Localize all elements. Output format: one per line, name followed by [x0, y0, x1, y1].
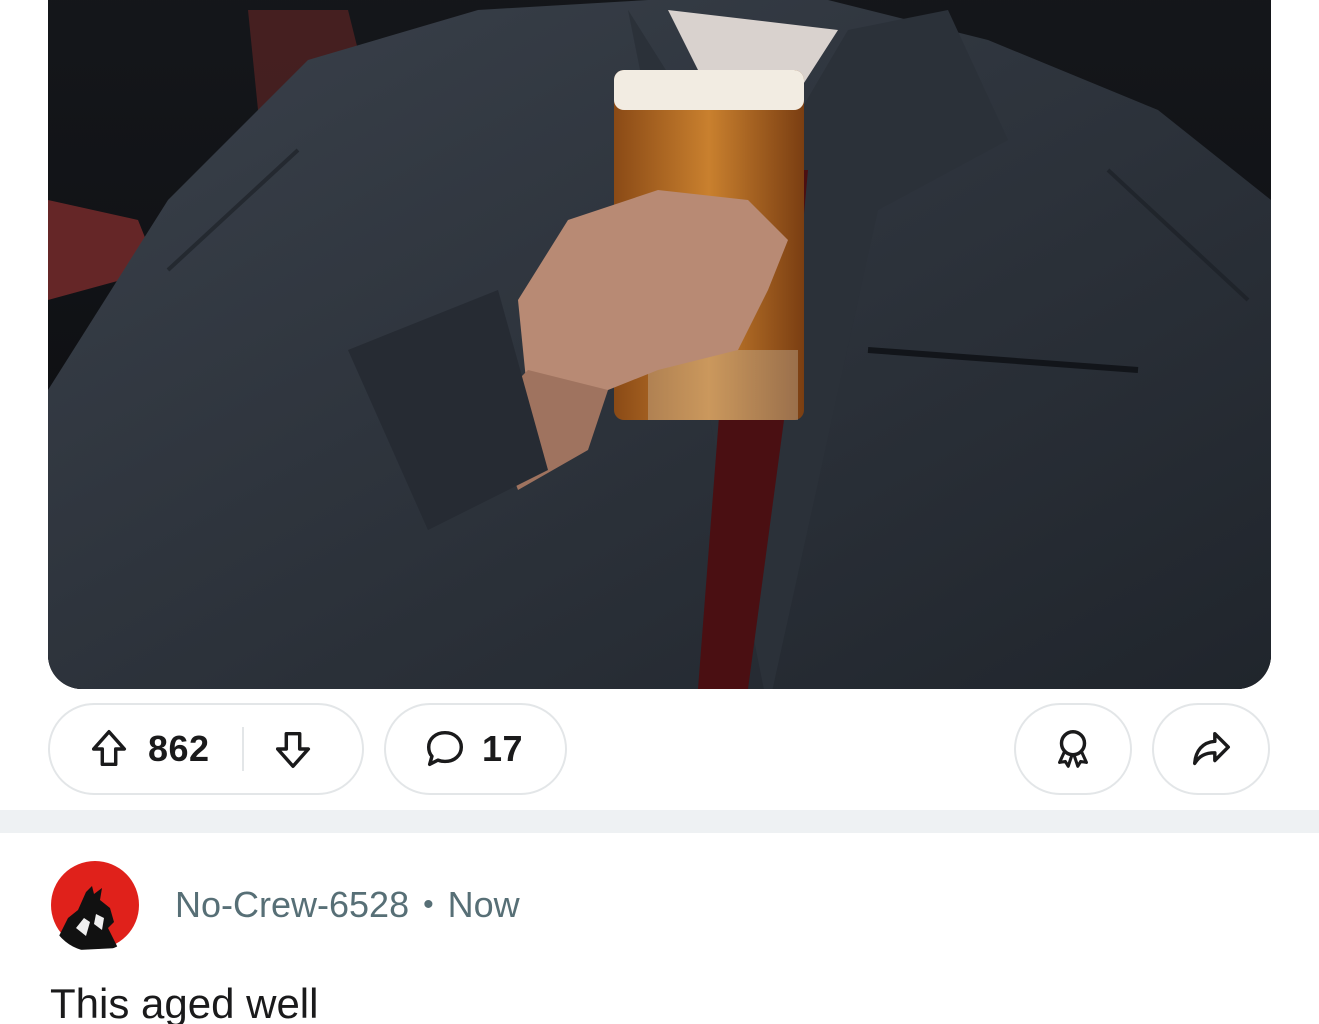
vote-controls: 862 [48, 703, 364, 795]
comment-icon-wrap [422, 726, 468, 772]
upvote-button[interactable] [86, 726, 132, 772]
downvote-button[interactable] [270, 726, 316, 772]
comment-body: This aged well [50, 980, 319, 1024]
award-icon [1058, 730, 1088, 768]
arrow-up-icon [91, 730, 127, 767]
arrow-down-icon [275, 731, 310, 768]
share-icon [1192, 731, 1230, 766]
share-button[interactable] [1152, 703, 1270, 795]
comment-bubble-icon [426, 730, 464, 767]
comment-count: 17 [482, 728, 524, 769]
meta-separator: • [423, 888, 434, 921]
section-separator [0, 810, 1319, 833]
vote-count: 862 [148, 728, 210, 769]
post-image-illustration [48, 0, 1271, 689]
comment-meta: No-Crew-6528 • Now [175, 884, 520, 926]
comment-timestamp: Now [447, 884, 520, 925]
comment-author-avatar[interactable] [48, 858, 142, 952]
post-image[interactable] [48, 0, 1271, 689]
comments-button[interactable]: 17 [384, 703, 567, 795]
reddit-post-view: 862 17 No-Crew-6528 • Now This aged well [0, 0, 1319, 1024]
wolf-avatar-icon [48, 858, 142, 952]
award-button[interactable] [1014, 703, 1132, 795]
comment-author[interactable]: No-Crew-6528 [175, 884, 409, 926]
vote-divider [241, 727, 244, 771]
